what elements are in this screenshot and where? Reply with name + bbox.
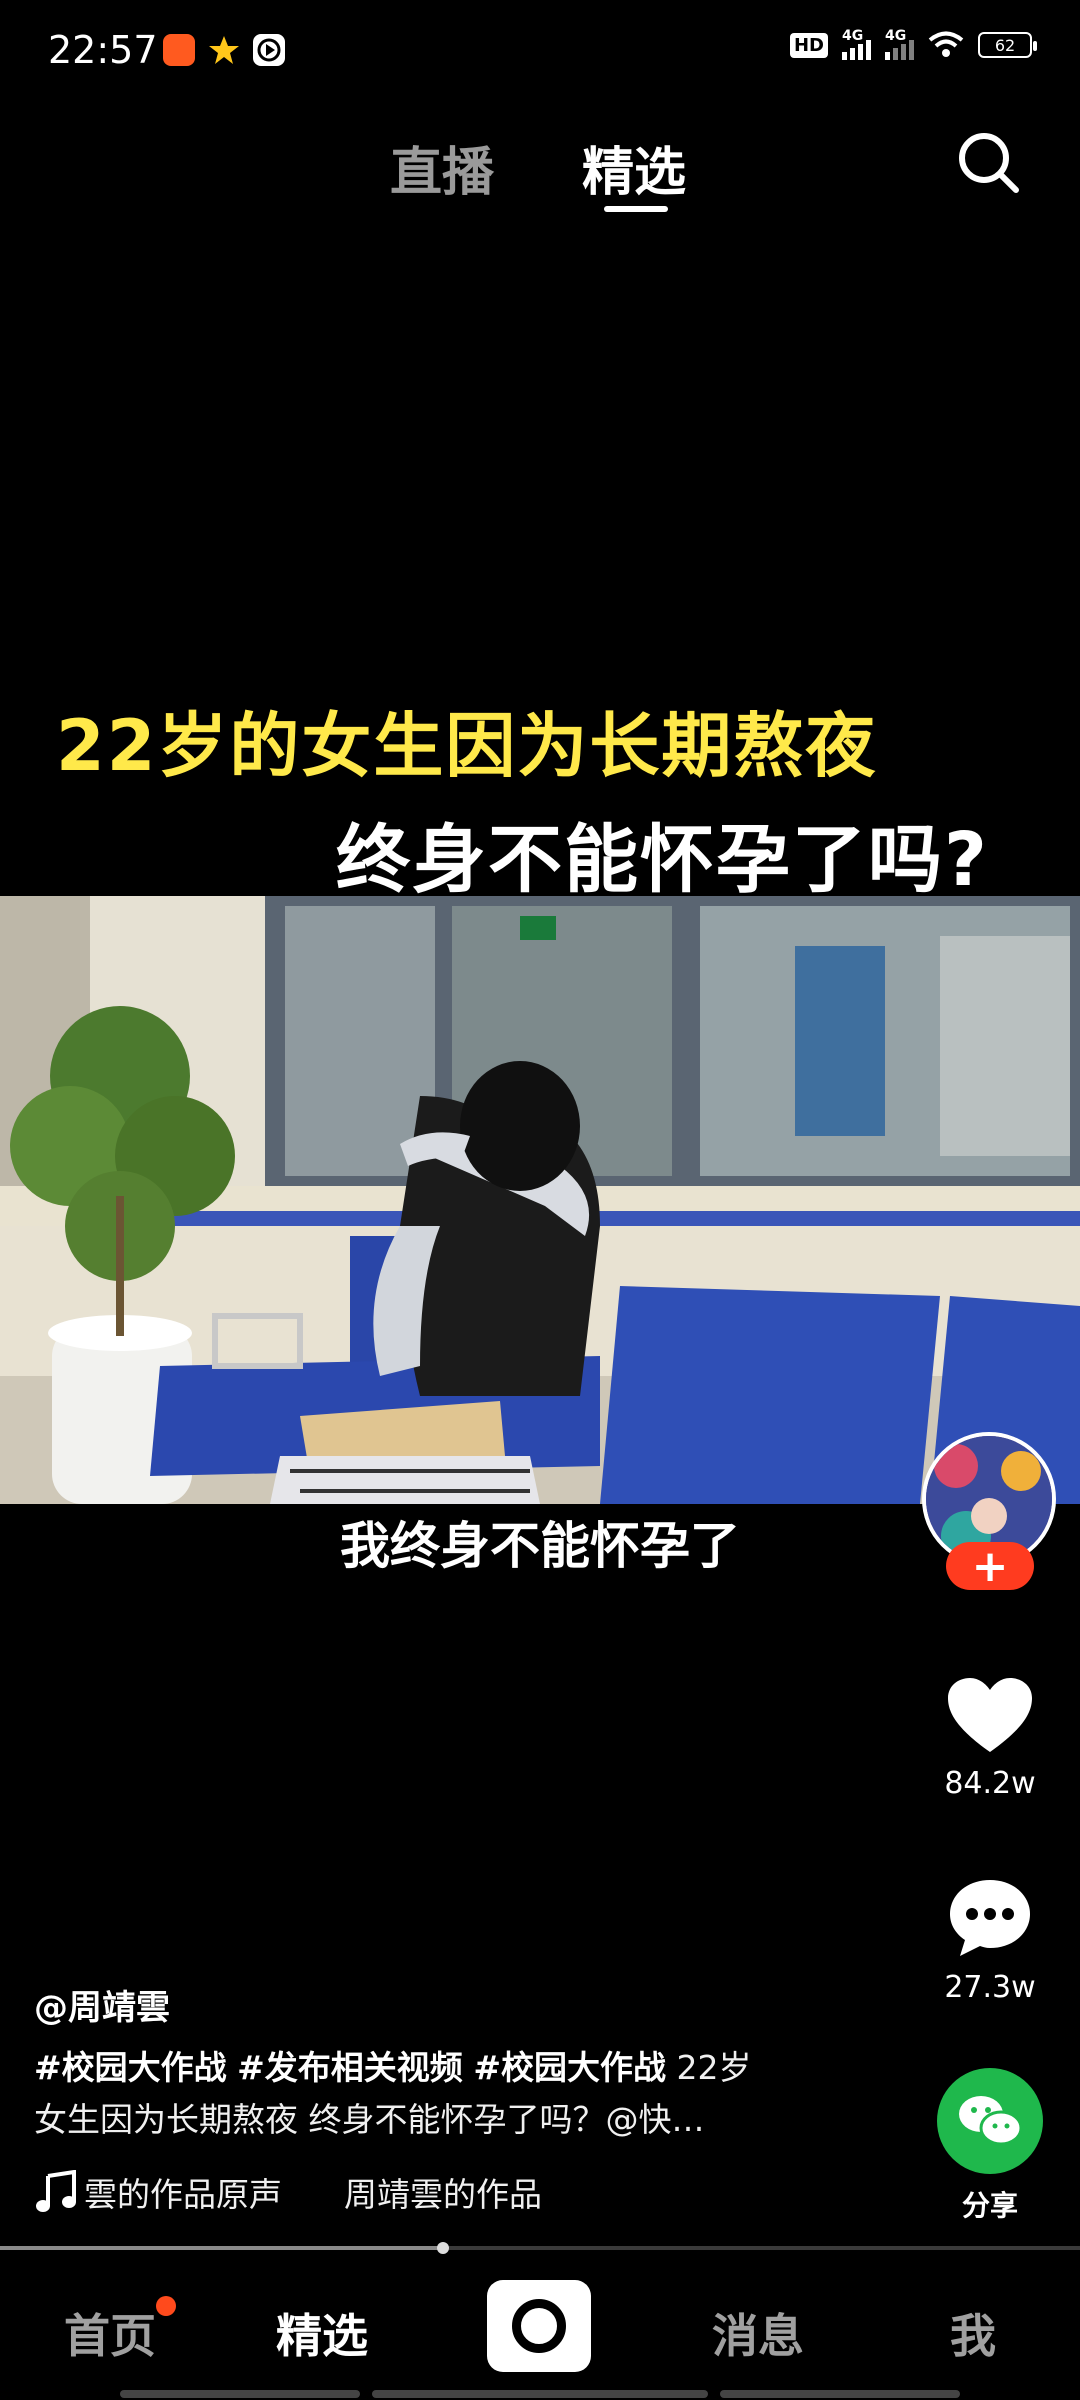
status-time: 22:57: [48, 28, 158, 72]
video-headline-line1: 22岁的女生因为长期熬夜: [56, 705, 878, 787]
nav-home[interactable]: 首页: [64, 2300, 156, 2366]
share-label: 分享: [961, 2189, 1018, 2222]
bottom-navigation: 首页 精选 消息 我: [0, 2262, 1080, 2400]
progress-handle[interactable]: [436, 2242, 449, 2254]
cell-signal-icon-2: 4G: [885, 28, 914, 60]
comment-button[interactable]: 27.3w: [920, 1876, 1060, 2005]
tab-featured[interactable]: 精选: [582, 130, 686, 205]
nav-messages[interactable]: 消息: [712, 2300, 804, 2366]
video-app-icon: [253, 34, 285, 66]
plus-icon: +: [971, 1540, 1009, 1592]
battery-icon: 62: [978, 32, 1037, 58]
share-button[interactable]: 分享: [920, 2068, 1060, 2224]
like-button[interactable]: 84.2w: [920, 1676, 1060, 1801]
top-tab-bar: 直播 精选: [0, 110, 1080, 220]
hd-icon: HD: [789, 32, 828, 58]
music-title: 雲的作品原声: [84, 2175, 282, 2214]
comment-count: 27.3w: [944, 1970, 1036, 2005]
camera-icon: [512, 2299, 566, 2353]
wifi-icon: [928, 31, 964, 57]
hashtag-2[interactable]: #发布相关视频: [237, 2048, 463, 2087]
video-scene-image: [0, 896, 1080, 1504]
nav-me[interactable]: 我: [950, 2300, 996, 2366]
video-progress-bar[interactable]: [0, 2242, 1080, 2254]
video-subtitle: 我终身不能怀孕了: [340, 1517, 740, 1575]
home-indicator-2: [372, 2390, 708, 2398]
hashtag-3[interactable]: #校园大作战: [473, 2048, 666, 2087]
cell-signal-icon: 4G: [842, 28, 871, 60]
tab-live[interactable]: 直播: [390, 130, 494, 205]
battery-level: 62: [994, 35, 1016, 55]
follow-button[interactable]: +: [946, 1540, 1034, 1592]
search-button[interactable]: [952, 126, 1024, 198]
home-indicator-3: [720, 2390, 960, 2398]
status-indicators: HD 4G 4G 62: [789, 28, 1037, 60]
video-description[interactable]: #校园大作战 #发布相关视频 #校园大作战 22岁 女生因为长期熬夜 终身不能怀…: [34, 2042, 834, 2146]
home-indicator: [120, 2390, 360, 2398]
comment-icon: [950, 1880, 1030, 1956]
status-bar: 22:57 HD 4G 4G 62: [0, 0, 1080, 100]
like-count: 84.2w: [944, 1766, 1036, 1801]
progress-fill: [0, 2246, 443, 2250]
network-type-2: 4G: [885, 28, 907, 44]
music-note-icon: [36, 2170, 76, 2212]
camera-button[interactable]: [487, 2280, 591, 2372]
music-info[interactable]: 雲的作品原声 周靖雲的作品: [34, 2168, 542, 2216]
star-app-icon: [208, 34, 240, 66]
kuaishou-app-icon: [163, 34, 195, 66]
description-text-2: 女生因为长期熬夜 终身不能怀孕了吗？@快…: [34, 2100, 705, 2139]
active-tab-indicator: [604, 206, 668, 212]
network-type-1: 4G: [842, 28, 864, 44]
search-icon: [959, 133, 1019, 193]
hashtag-1[interactable]: #校园大作战: [34, 2048, 227, 2087]
nav-featured[interactable]: 精选: [276, 2300, 368, 2366]
heart-icon: [948, 1678, 1032, 1752]
wechat-share-icon: [937, 2068, 1043, 2174]
music-work: 周靖雲的作品: [344, 2175, 542, 2214]
video-headline-line2: 终身不能怀孕了吗?: [336, 817, 989, 903]
notification-dot: [156, 2296, 176, 2316]
author-name[interactable]: @周靖雲: [34, 1980, 170, 2029]
description-text-1: 22岁: [676, 2048, 752, 2087]
video-player[interactable]: [0, 896, 1080, 1504]
